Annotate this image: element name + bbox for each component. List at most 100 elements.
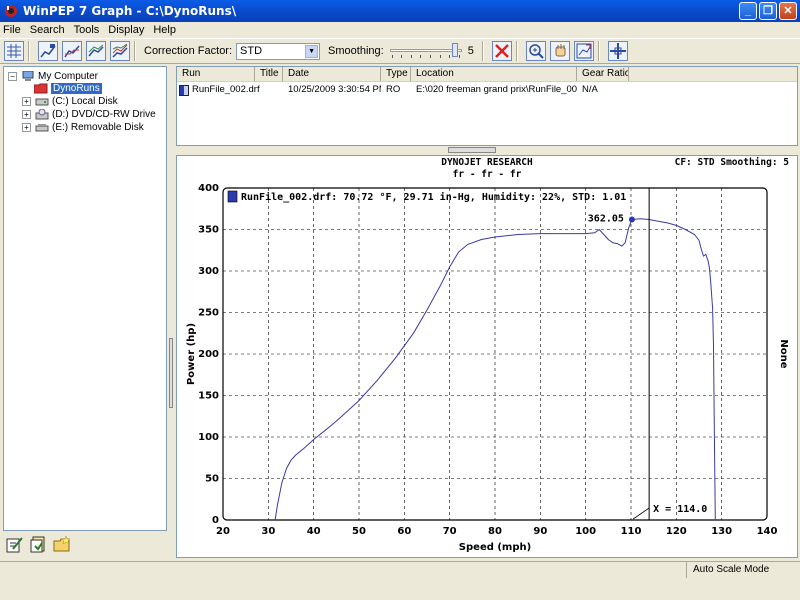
x-tick-label: 80 xyxy=(488,526,502,537)
run-cell-type: RO xyxy=(386,84,401,95)
computer-icon xyxy=(21,70,35,82)
run-cell-location: E:\020 freeman grand prix\RunFile_002.dr… xyxy=(416,84,577,95)
graph-add-icon[interactable] xyxy=(38,41,58,61)
smoothing-slider[interactable] xyxy=(388,43,464,59)
tree-item-dynoruns[interactable]: DynoRuns xyxy=(33,82,102,95)
column-header-type[interactable]: Type xyxy=(381,67,411,81)
grid-view-icon[interactable] xyxy=(4,41,24,61)
peak-label: 362.05 xyxy=(588,213,624,224)
tree-item-d-drive[interactable]: + (D:) DVD/CD-RW Drive xyxy=(22,108,156,121)
right-axis-label: None xyxy=(778,339,789,368)
tree-item-e-drive[interactable]: + (E:) Removable Disk xyxy=(22,121,144,134)
pan-hand-icon[interactable] xyxy=(549,41,570,61)
graph-multi-icon[interactable] xyxy=(110,41,130,61)
title-bar: WinPEP 7 Graph - C:\DynoRuns\ _ ❐ ✕ xyxy=(0,0,800,22)
zoom-in-icon[interactable] xyxy=(525,41,546,61)
collapse-icon[interactable]: − xyxy=(8,72,17,81)
menu-tools[interactable]: Tools xyxy=(74,24,100,36)
column-header-run[interactable]: Run xyxy=(177,67,255,81)
x-tick-label: 140 xyxy=(757,526,778,537)
x-axis-label: Speed (mph) xyxy=(459,542,531,553)
column-header-date[interactable]: Date xyxy=(283,67,381,81)
tree-actions xyxy=(5,535,72,557)
cursor-label: X = 114.0 xyxy=(653,504,707,515)
status-bar: Auto Scale Mode xyxy=(0,561,800,578)
run-list-header: Run Title Date Type Location Gear Ratio xyxy=(177,67,797,82)
graph-overlay-icon[interactable] xyxy=(62,41,82,61)
peak-marker xyxy=(628,216,635,223)
run-cell-date: 10/25/2009 3:30:54 PM xyxy=(288,84,381,95)
hard-disk-icon xyxy=(35,96,49,107)
menu-file[interactable]: File xyxy=(3,24,21,36)
run-list: Run Title Date Type Location Gear Ratio … xyxy=(176,66,798,146)
y-tick-label: 250 xyxy=(198,308,219,319)
x-tick-label: 30 xyxy=(261,526,275,537)
column-header-gear-ratio[interactable]: Gear Ratio xyxy=(577,67,629,81)
tree-item-label: DynoRuns xyxy=(51,83,102,94)
tree-item-label: My Computer xyxy=(38,71,99,82)
y-tick-label: 100 xyxy=(198,432,219,443)
graph-panel: DYNOJET RESEARCH fr - fr - fr CF: STD Sm… xyxy=(176,155,798,558)
y-tick-label: 0 xyxy=(212,515,219,526)
x-tick-label: 20 xyxy=(216,526,230,537)
x-tick-label: 130 xyxy=(711,526,732,537)
x-tick-label: 100 xyxy=(575,526,596,537)
y-tick-label: 300 xyxy=(198,266,219,277)
tree-item-label: (E:) Removable Disk xyxy=(52,122,144,133)
smoothing-value: 5 xyxy=(467,45,474,57)
new-folder-icon[interactable] xyxy=(53,535,72,554)
y-tick-label: 50 xyxy=(205,474,219,485)
minimize-button[interactable]: _ xyxy=(739,2,757,20)
winpep-app-icon[interactable] xyxy=(4,4,18,18)
tree-item-label: (C:) Local Disk xyxy=(52,96,118,107)
run-cell-gear-ratio: N/A xyxy=(582,84,598,95)
horizontal-splitter[interactable] xyxy=(448,147,496,153)
crosshair-cursor-icon[interactable] xyxy=(607,41,628,61)
edit-run-icon[interactable] xyxy=(5,535,24,554)
y-tick-label: 200 xyxy=(198,349,219,360)
x-tick-label: 60 xyxy=(397,526,411,537)
removable-disk-icon xyxy=(35,122,49,133)
menu-display[interactable]: Display xyxy=(108,24,144,36)
toolbar: Correction Factor: STD ▼ Smoothing: 5 xyxy=(0,38,800,64)
tree-item-c-drive[interactable]: + (C:) Local Disk xyxy=(22,95,118,108)
legend-swatch xyxy=(227,190,238,203)
x-tick-label: 70 xyxy=(443,526,457,537)
folder-tree: − My Computer DynoRuns + (C:) Local Disk… xyxy=(3,66,167,531)
x-tick-label: 110 xyxy=(621,526,642,537)
cd-drive-icon xyxy=(35,108,49,120)
zoom-out-icon[interactable] xyxy=(573,41,594,61)
column-header-location[interactable]: Location xyxy=(411,67,577,81)
correction-factor-select[interactable]: STD ▼ xyxy=(236,42,321,60)
vertical-splitter[interactable] xyxy=(169,66,174,556)
splitter-handle[interactable] xyxy=(169,338,173,408)
expand-icon[interactable]: + xyxy=(22,110,31,119)
y-tick-label: 350 xyxy=(198,225,219,236)
table-row[interactable]: RunFile_002.drf 10/25/2009 3:30:54 PM RO… xyxy=(177,83,797,97)
window-title: WinPEP 7 Graph - C:\DynoRuns\ xyxy=(23,4,237,18)
run-file-icon xyxy=(179,84,189,96)
open-run-icon[interactable] xyxy=(29,535,48,554)
column-header-title[interactable]: Title xyxy=(255,67,283,81)
power-chart[interactable]: 20 30 40 50 60 70 80 90 100 110 120 130 140 0 50 100 150… xyxy=(177,156,797,557)
expand-icon[interactable]: + xyxy=(22,123,31,132)
graph-stack-icon[interactable] xyxy=(86,41,106,61)
y-tick-label: 400 xyxy=(198,183,219,194)
x-tick-label: 50 xyxy=(352,526,366,537)
x-tick-label: 120 xyxy=(666,526,687,537)
close-button[interactable]: ✕ xyxy=(779,2,797,20)
delete-graph-icon[interactable] xyxy=(491,41,512,61)
maximize-button[interactable]: ❐ xyxy=(759,2,777,20)
chevron-down-icon[interactable]: ▼ xyxy=(305,44,319,58)
menu-search[interactable]: Search xyxy=(30,24,65,36)
smoothing-label: Smoothing: xyxy=(328,45,384,57)
x-tick-label: 40 xyxy=(307,526,321,537)
smoothing-slider-thumb[interactable] xyxy=(451,43,458,57)
correction-factor-label: Correction Factor: xyxy=(144,45,233,57)
folder-icon xyxy=(33,83,48,94)
run-cell-name: RunFile_002.drf xyxy=(192,84,260,95)
y-axis-label: Power (hp) xyxy=(186,323,197,385)
menu-help[interactable]: Help xyxy=(153,24,176,36)
correction-factor-value: STD xyxy=(240,44,263,57)
expand-icon[interactable]: + xyxy=(22,97,31,106)
